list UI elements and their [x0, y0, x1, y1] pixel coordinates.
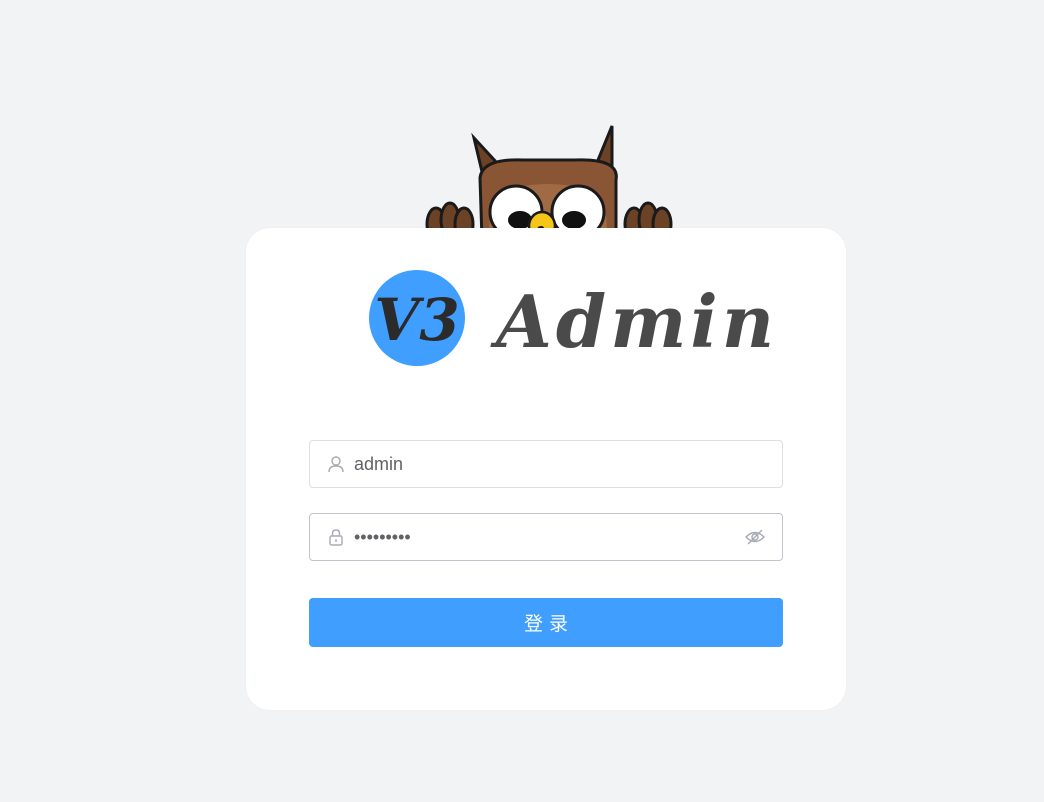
login-button[interactable]: 登录 [309, 598, 783, 647]
username-field[interactable] [309, 440, 783, 488]
logo: V3 Admin [368, 266, 774, 366]
eye-hidden-icon[interactable] [745, 528, 765, 546]
login-page: V3 Admin 登录 [0, 0, 1044, 802]
password-field[interactable] [309, 513, 783, 561]
lock-icon [329, 529, 343, 546]
logo-badge-icon: V3 [369, 270, 465, 366]
username-input[interactable] [354, 441, 734, 487]
owl-icon [425, 125, 673, 242]
logo-badge-text: V3 [374, 286, 459, 354]
user-icon [328, 456, 344, 473]
logo-name: Admin [496, 279, 779, 364]
login-card: V3 Admin 登录 [246, 228, 846, 710]
password-input[interactable] [354, 514, 734, 560]
